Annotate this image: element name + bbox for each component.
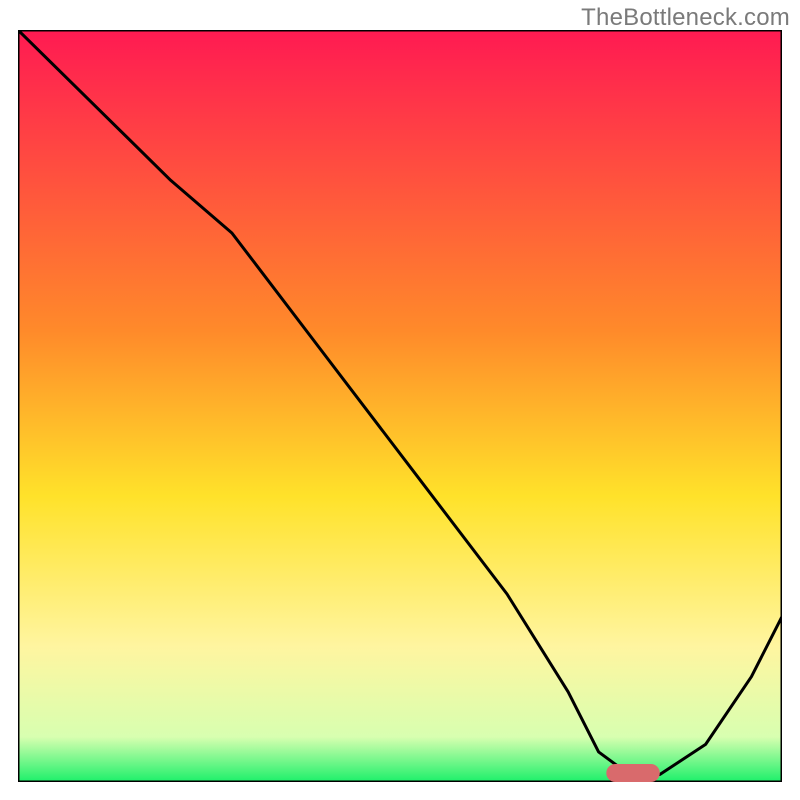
chart-container: TheBottleneck.com (0, 0, 800, 800)
plot-area (18, 30, 782, 782)
bottleneck-chart (18, 30, 782, 782)
optimal-range-marker (606, 764, 660, 782)
watermark-text: TheBottleneck.com (581, 4, 790, 32)
